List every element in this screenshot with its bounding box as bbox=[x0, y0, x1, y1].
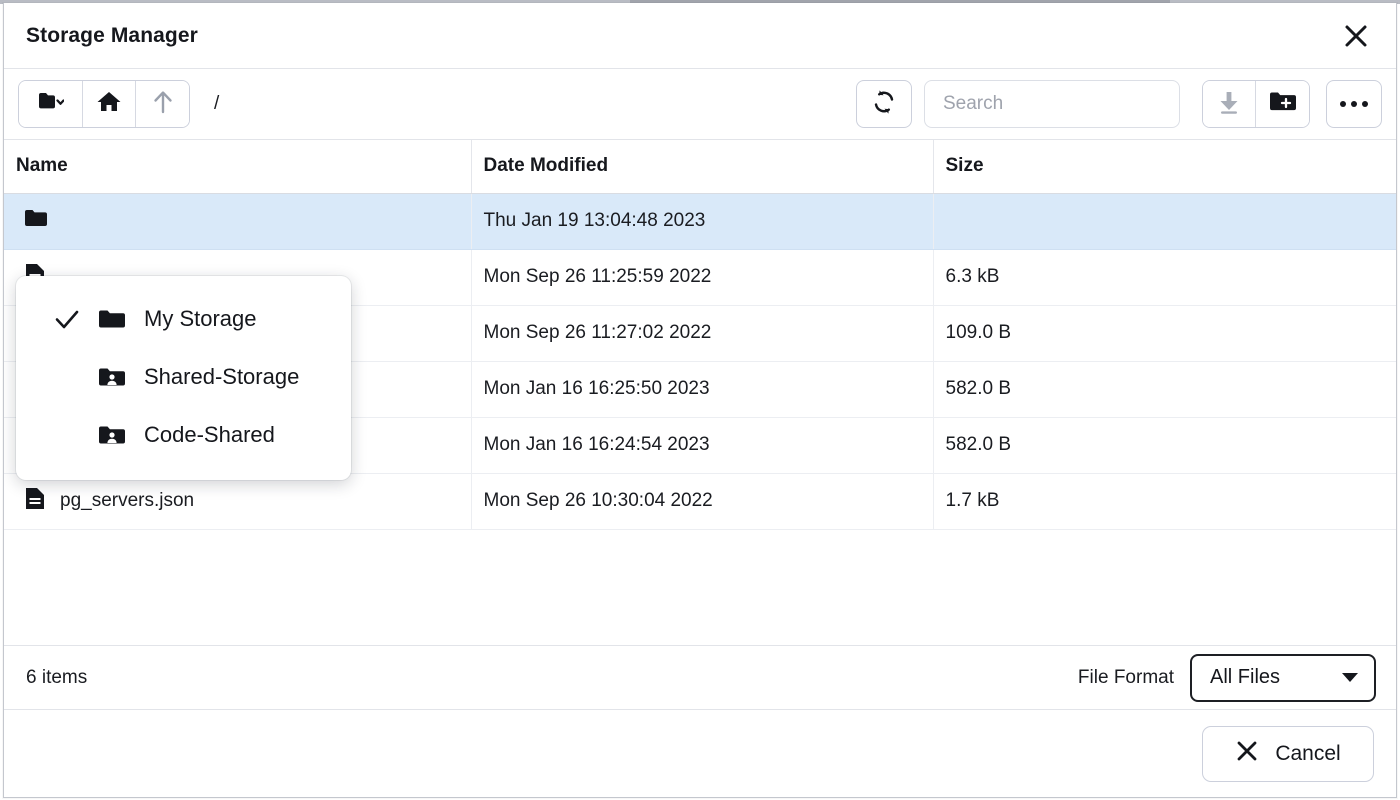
storage-dropdown-menu: My Storage Shared-Storage bbox=[16, 276, 351, 480]
path-text: / bbox=[214, 93, 219, 115]
file-name-cell bbox=[4, 193, 471, 249]
search-box[interactable] bbox=[924, 80, 1180, 128]
file-size-cell: 1.7 kB bbox=[933, 473, 1396, 529]
folder-chevron-icon bbox=[38, 91, 64, 118]
new-folder-icon bbox=[1269, 90, 1297, 119]
column-header-name[interactable]: Name bbox=[4, 140, 471, 193]
download-button[interactable] bbox=[1203, 81, 1256, 127]
refresh-icon bbox=[870, 88, 898, 121]
file-action-button-group bbox=[1202, 80, 1310, 128]
file-icon bbox=[24, 486, 46, 517]
close-x-icon bbox=[1235, 739, 1259, 769]
chevron-down-icon bbox=[1342, 673, 1358, 682]
file-date-cell: Mon Sep 26 10:30:04 2022 bbox=[471, 473, 933, 529]
new-folder-button[interactable] bbox=[1256, 81, 1309, 127]
file-size-cell: 582.0 B bbox=[933, 361, 1396, 417]
table-header-row: Name Date Modified Size bbox=[4, 140, 1396, 193]
refresh-button[interactable] bbox=[856, 80, 912, 128]
arrow-up-icon bbox=[151, 89, 175, 120]
storage-switcher-button[interactable] bbox=[19, 81, 83, 127]
item-count-label: 6 items bbox=[26, 667, 87, 689]
more-options-button[interactable] bbox=[1326, 80, 1382, 128]
dialog-titlebar: Storage Manager bbox=[4, 3, 1396, 69]
folder-icon bbox=[98, 308, 128, 331]
file-size-cell: 109.0 B bbox=[933, 305, 1396, 361]
file-date-cell: Thu Jan 19 13:04:48 2023 bbox=[471, 193, 933, 249]
home-icon bbox=[96, 90, 122, 119]
file-date-cell: Mon Jan 16 16:25:50 2023 bbox=[471, 361, 933, 417]
file-size-cell: 582.0 B bbox=[933, 417, 1396, 473]
close-button[interactable] bbox=[1336, 16, 1376, 56]
home-button[interactable] bbox=[83, 81, 136, 127]
file-size-cell bbox=[933, 193, 1396, 249]
menu-item-label: Code-Shared bbox=[144, 422, 275, 448]
file-name-cell: pg_servers.json bbox=[4, 473, 471, 529]
navigation-button-group bbox=[18, 80, 190, 128]
menu-item-shared-storage[interactable]: Shared-Storage bbox=[16, 348, 351, 406]
menu-item-code-shared[interactable]: Code-Shared bbox=[16, 406, 351, 464]
parent-directory-button[interactable] bbox=[136, 81, 189, 127]
download-icon bbox=[1216, 89, 1242, 120]
menu-item-my-storage[interactable]: My Storage bbox=[16, 290, 351, 348]
check-icon bbox=[54, 308, 82, 330]
column-header-date[interactable]: Date Modified bbox=[471, 140, 933, 193]
file-format-select[interactable]: All Files bbox=[1190, 654, 1376, 702]
shared-folder-icon bbox=[98, 366, 128, 389]
file-name-text: pg_servers.json bbox=[60, 490, 194, 512]
column-header-size[interactable]: Size bbox=[933, 140, 1396, 193]
file-date-cell: Mon Sep 26 11:25:59 2022 bbox=[471, 249, 933, 305]
file-list-area: Name Date Modified Size bbox=[4, 139, 1396, 645]
file-format-label: File Format bbox=[1078, 667, 1174, 689]
status-bar: 6 items File Format All Files bbox=[4, 645, 1396, 709]
path-breadcrumb[interactable]: / bbox=[198, 80, 848, 128]
action-bar: Cancel bbox=[4, 709, 1396, 797]
menu-item-label: Shared-Storage bbox=[144, 364, 299, 390]
close-icon bbox=[1343, 23, 1369, 49]
page-title: Storage Manager bbox=[26, 24, 198, 48]
search-input[interactable] bbox=[941, 92, 1163, 116]
file-date-cell: Mon Jan 16 16:24:54 2023 bbox=[471, 417, 933, 473]
menu-item-label: My Storage bbox=[144, 306, 257, 332]
file-format-value: All Files bbox=[1210, 666, 1280, 689]
folder-icon bbox=[24, 208, 48, 235]
table-row[interactable]: Thu Jan 19 13:04:48 2023 bbox=[4, 193, 1396, 249]
cancel-button[interactable]: Cancel bbox=[1202, 726, 1374, 782]
file-date-cell: Mon Sep 26 11:27:02 2022 bbox=[471, 305, 933, 361]
shared-folder-icon bbox=[98, 424, 128, 447]
toolbar: / bbox=[4, 69, 1396, 139]
more-horizontal-icon bbox=[1340, 101, 1368, 107]
storage-manager-dialog: Storage Manager bbox=[3, 3, 1397, 798]
table-row[interactable]: pg_servers.json Mon Sep 26 10:30:04 2022… bbox=[4, 473, 1396, 529]
cancel-button-label: Cancel bbox=[1275, 742, 1340, 766]
file-size-cell: 6.3 kB bbox=[933, 249, 1396, 305]
